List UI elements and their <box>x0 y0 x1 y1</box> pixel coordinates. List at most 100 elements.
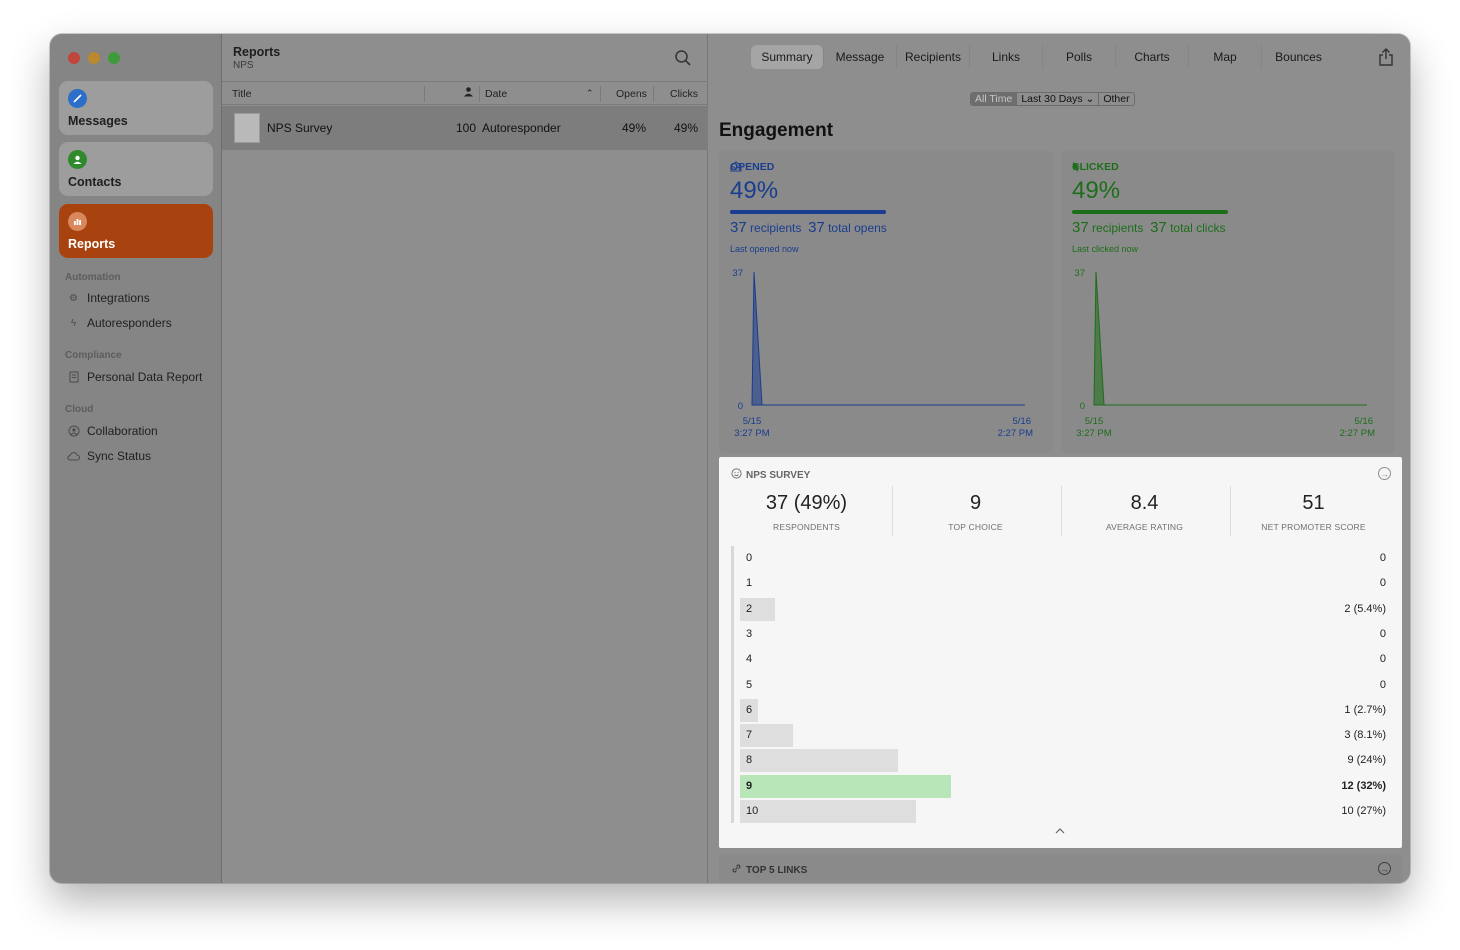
distribution-row: 9 12 (32%) <box>740 774 1386 798</box>
section-title-automation: Automation <box>65 272 121 283</box>
metric-value: 51 <box>1302 492 1325 514</box>
x-tick-label: 5/16 <box>1355 416 1374 427</box>
x-tick-label: 2:27 PM <box>1340 428 1375 439</box>
x-tick-label: 3:27 PM <box>1076 428 1111 439</box>
sidebar-item-label: Personal Data Report <box>87 370 203 384</box>
column-date[interactable]: Date <box>485 88 507 100</box>
rating-count: 12 (32%) <box>1341 779 1386 792</box>
compose-icon <box>68 89 87 108</box>
sidebar-item-personal-data-report[interactable]: Personal Data Report <box>67 370 202 384</box>
sidebar: Messages Contacts Reports Automation ⚙ I… <box>50 34 222 883</box>
tab-polls[interactable]: Polls <box>1043 45 1116 69</box>
column-clicks[interactable]: Clicks <box>670 88 698 100</box>
x-tick-label: 3:27 PM <box>734 428 769 439</box>
metric-label: AVERAGE RATING <box>1105 522 1184 532</box>
app-window: Messages Contacts Reports Automation ⚙ I… <box>50 34 1410 883</box>
metric-label: TOP CHOICE <box>948 522 1003 532</box>
rating-count: 3 (8.1%) <box>1344 729 1386 742</box>
reports-list-pane: Reports NPS Title Date ⌃ Opens Clicks NP… <box>222 34 708 883</box>
sidebar-item-autoresponders[interactable]: ϟ Autoresponders <box>67 316 172 330</box>
y-max-label: 37 <box>732 268 743 279</box>
distribution-row: 7 3 (8.1%) <box>740 724 1386 748</box>
sidebar-item-label: Autoresponders <box>87 316 172 330</box>
nps-survey-card: NPS SURVEY → 37 (49%) RESPONDENTS 9 TOP … <box>719 457 1402 848</box>
column-opens[interactable]: Opens <box>616 88 647 100</box>
filter-all-time[interactable]: All Time <box>971 93 1018 105</box>
distribution-row: 40 <box>740 648 1386 671</box>
chart-icon <box>68 212 87 231</box>
rating-count: 0 <box>1379 653 1386 666</box>
tab-links[interactable]: Links <box>970 45 1043 69</box>
table-row[interactable]: NPS Survey 100 Autoresponder 49% 49% <box>222 106 708 150</box>
rating-count: 0 <box>1379 552 1386 564</box>
search-icon[interactable] <box>674 49 692 67</box>
metric-value: 8.4 <box>1130 492 1159 514</box>
zoom-window-button[interactable] <box>108 52 120 64</box>
tab-message[interactable]: Message <box>824 45 897 69</box>
rating-label: 5 <box>746 678 753 691</box>
engagement-title: Engagement <box>719 120 834 141</box>
close-window-button[interactable] <box>68 52 80 64</box>
clicked-chart: 37 05/153:27 PM 5/162:27 PM <box>1074 268 1375 439</box>
metric-value: 9 <box>969 492 982 514</box>
nps-header: NPS SURVEY <box>731 468 810 482</box>
rating-count: 1 (2.7%) <box>1344 703 1386 716</box>
collapse-chevron-icon[interactable] <box>1055 827 1065 835</box>
rating-count: 2 (5.4%) <box>1344 602 1386 615</box>
report-detail-pane: Summary Message Recipients Links Polls C… <box>708 34 1410 883</box>
sidebar-item-collaboration[interactable]: Collaboration <box>67 424 158 438</box>
open-arrow-icon[interactable]: → <box>1378 467 1391 480</box>
row-title: NPS Survey <box>267 121 333 135</box>
section-title-cloud: Cloud <box>65 404 94 415</box>
rating-label: 2 <box>746 602 753 615</box>
list-title: Reports <box>233 45 281 59</box>
open-arrow-icon[interactable]: → <box>1378 862 1391 875</box>
row-opens: 49% <box>622 121 647 135</box>
rating-label: 0 <box>746 552 753 564</box>
rating-count: 10 (27%) <box>1341 805 1386 817</box>
sidebar-item-reports[interactable]: Reports <box>59 204 213 258</box>
distribution-row: 50 <box>740 674 1386 697</box>
sidebar-item-sync-status[interactable]: Sync Status <box>67 449 151 463</box>
distribution-bar <box>740 774 951 798</box>
metric-label: NET PROMOTER SCORE <box>1261 522 1366 532</box>
share-icon[interactable] <box>1378 48 1394 66</box>
x-tick-label: 2:27 PM <box>998 428 1033 439</box>
sidebar-item-contacts[interactable]: Contacts <box>59 142 213 196</box>
sidebar-item-label: Messages <box>68 114 128 128</box>
column-title[interactable]: Title <box>232 88 251 100</box>
table-header: Title Date ⌃ Opens Clicks <box>222 83 708 105</box>
opened-card: OPENED 49% 37 recipients 37 total opens … <box>719 150 1053 453</box>
tab-charts[interactable]: Charts <box>1116 45 1189 69</box>
minimize-window-button[interactable] <box>88 52 100 64</box>
metric-label: RESPONDENTS <box>773 522 840 532</box>
metric-value: 37 (49%) <box>765 492 848 514</box>
sidebar-item-messages[interactable]: Messages <box>59 81 213 135</box>
x-tick-label: 5/15 <box>743 416 762 427</box>
row-clicks: 49% <box>674 121 699 135</box>
section-title-compliance: Compliance <box>65 350 122 361</box>
recipients-column-icon[interactable] <box>463 86 474 100</box>
tab-summary[interactable]: Summary <box>751 45 824 69</box>
y-min-label: 0 <box>1080 401 1085 412</box>
tab-recipients[interactable]: Recipients <box>897 45 970 69</box>
list-header: Reports NPS <box>222 34 708 82</box>
cloud-icon <box>67 450 80 463</box>
metric-average-rating: 8.4 AVERAGE RATING <box>1060 492 1229 532</box>
rating-label: 4 <box>746 653 753 666</box>
y-max-label: 37 <box>1074 268 1085 279</box>
message-thumbnail <box>234 113 260 143</box>
row-date: Autoresponder <box>482 121 561 135</box>
rating-label: 9 <box>746 779 753 792</box>
gear-icon: ⚙ <box>69 292 78 304</box>
filter-last-30-days[interactable]: Last 30 Days ⌄ <box>1017 93 1100 105</box>
tab-bounces[interactable]: Bounces <box>1262 45 1335 69</box>
rating-count: 0 <box>1379 577 1386 590</box>
filter-other[interactable]: Other <box>1099 93 1133 105</box>
sidebar-item-label: Reports <box>68 237 116 251</box>
rating-count: 9 (24%) <box>1347 754 1386 767</box>
sidebar-item-integrations[interactable]: ⚙ Integrations <box>67 291 150 305</box>
top-links-section[interactable]: TOP 5 LINKS → <box>719 854 1402 883</box>
tab-map[interactable]: Map <box>1189 45 1262 69</box>
top-links-header: TOP 5 LINKS <box>731 863 807 877</box>
